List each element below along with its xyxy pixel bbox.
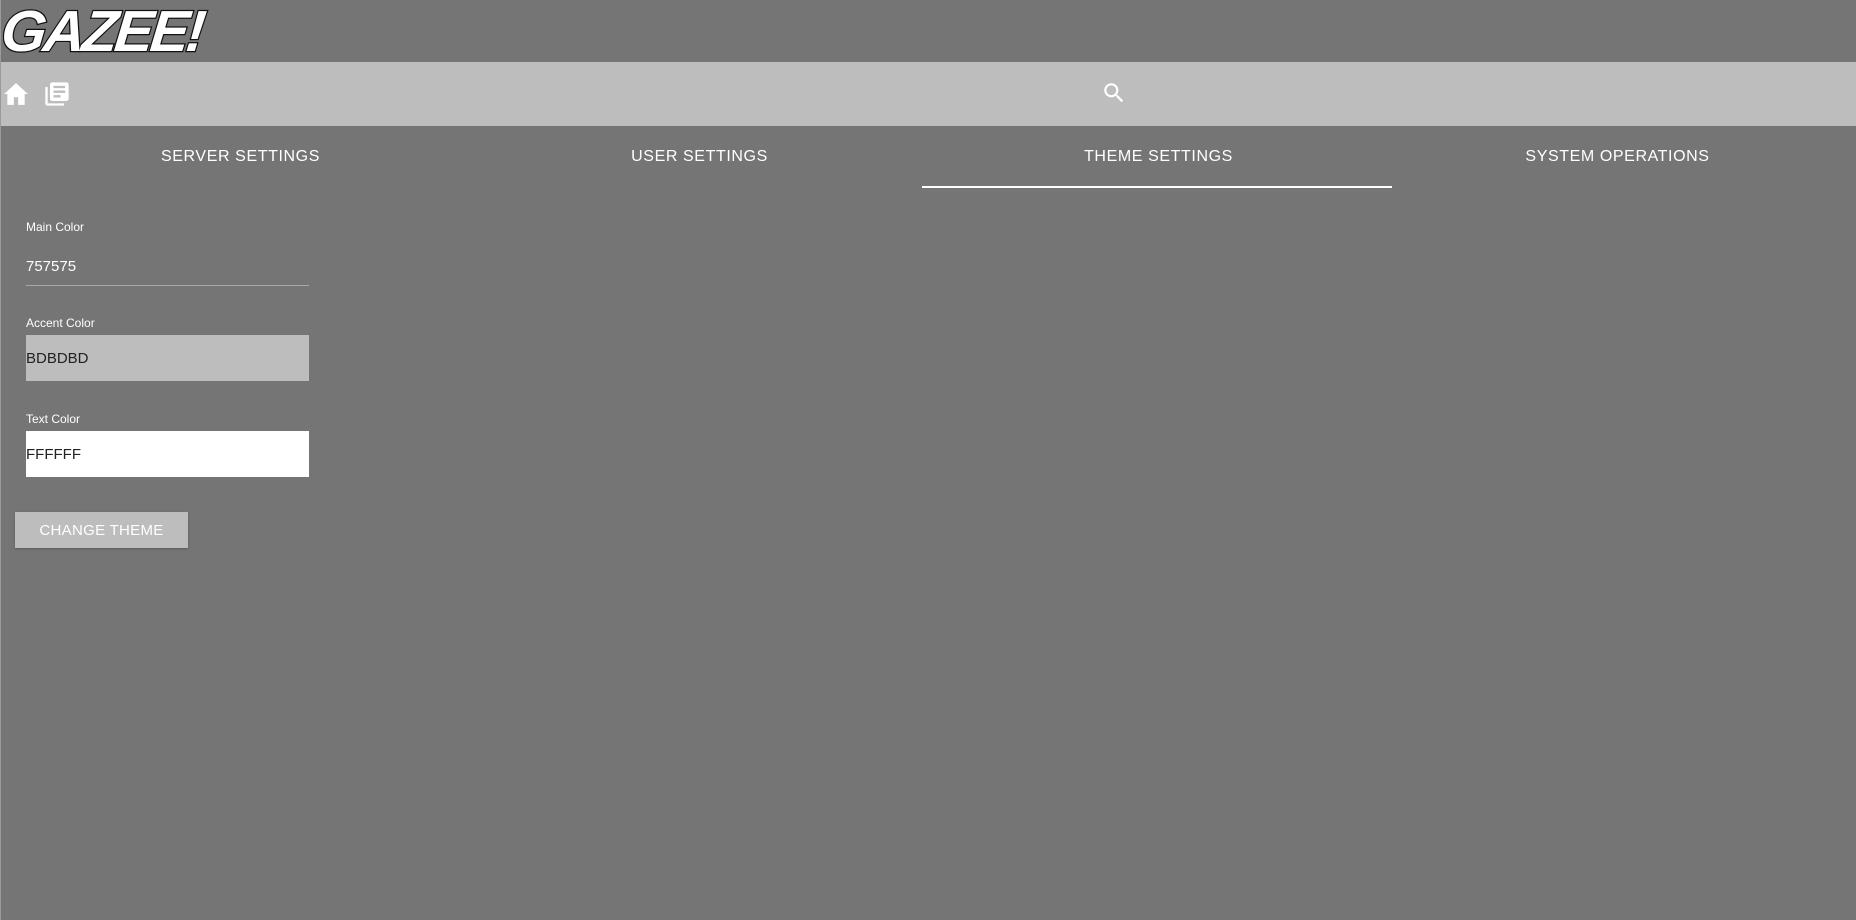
toolbar: [1, 62, 1856, 126]
active-tab-indicator: [922, 186, 1392, 188]
main-color-label: Main Color: [26, 220, 85, 234]
library-books-icon[interactable]: [43, 80, 71, 108]
gazee-logo-image: GAZEE!: [3, 0, 210, 58]
tab-server-settings[interactable]: SERVER SETTINGS: [11, 126, 470, 188]
main-color-field[interactable]: [26, 248, 309, 286]
tab-user-settings[interactable]: USER SETTINGS: [470, 126, 929, 188]
search-icon[interactable]: [1101, 80, 1127, 106]
change-theme-button[interactable]: CHANGE THEME: [15, 512, 188, 548]
app-window: GAZEE! SERVER SETTINGS USER SETTINGS THE…: [0, 0, 1856, 920]
tab-theme-settings[interactable]: THEME SETTINGS: [929, 126, 1388, 188]
text-color-field[interactable]: [26, 431, 309, 477]
home-icon[interactable]: [3, 82, 29, 106]
logo-bar: GAZEE!: [1, 0, 1856, 62]
settings-tabs: SERVER SETTINGS USER SETTINGS THEME SETT…: [1, 126, 1856, 190]
logo-text: GAZEE!: [3, 0, 209, 58]
gazee-logo[interactable]: GAZEE!: [3, 0, 243, 58]
text-color-label: Text Color: [26, 412, 81, 426]
accent-color-label: Accent Color: [26, 316, 95, 330]
tab-system-operations[interactable]: SYSTEM OPERATIONS: [1388, 126, 1847, 188]
accent-color-field[interactable]: [26, 335, 309, 381]
